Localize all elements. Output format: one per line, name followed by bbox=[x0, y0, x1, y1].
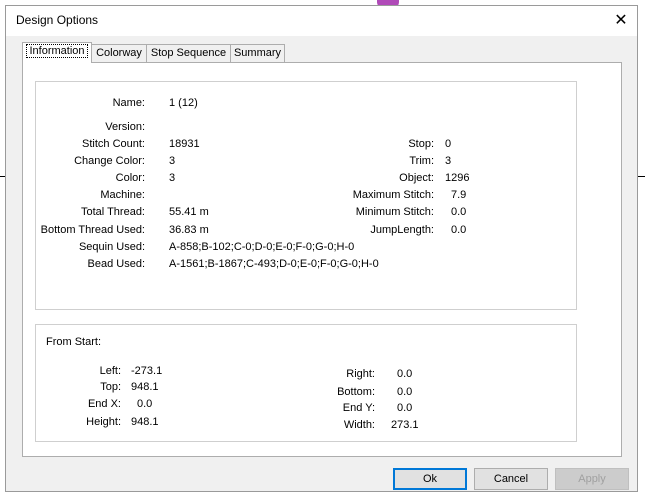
stitch-count-label: Stitch Count: bbox=[82, 138, 145, 150]
title-bar: Design Options ✕ bbox=[6, 6, 637, 36]
bead-used-value: A-1561;B-1867;C-493;D-0;E-0;F-0;G-0;H-0 bbox=[169, 258, 379, 270]
stop-label: Stop: bbox=[408, 138, 434, 150]
background-line-right bbox=[638, 176, 645, 177]
information-tab-page: Name: 1 (12) Version: Stitch Count: 1893… bbox=[22, 62, 622, 457]
end-y-value: 0.0 bbox=[397, 402, 413, 414]
machine-label: Machine: bbox=[100, 189, 145, 201]
change-color-value: 3 bbox=[169, 155, 176, 167]
tab-stop-sequence-label: Stop Sequence bbox=[150, 47, 227, 59]
tab-summary-label: Summary bbox=[233, 47, 282, 59]
minimum-stitch-label: Minimum Stitch: bbox=[355, 206, 434, 218]
object-value: 1296 bbox=[445, 172, 470, 184]
trim-value: 3 bbox=[445, 155, 452, 167]
close-icon[interactable]: ✕ bbox=[605, 6, 637, 36]
apply-button[interactable]: Apply bbox=[555, 468, 629, 490]
from-start-group: From Start: Left: -273.1 Top: 948.1 End … bbox=[35, 324, 577, 442]
jump-length-value: 0.0 bbox=[451, 224, 467, 236]
change-color-label: Change Color: bbox=[74, 155, 145, 167]
bottom-thread-label: Bottom Thread Used: bbox=[40, 224, 145, 236]
design-options-dialog: Design Options ✕ Information Colorway St… bbox=[5, 5, 638, 492]
version-label: Version: bbox=[105, 121, 145, 133]
width-value: 273.1 bbox=[391, 419, 419, 431]
tab-information-label: Information bbox=[26, 44, 88, 58]
right-value: 0.0 bbox=[397, 368, 413, 380]
cancel-button[interactable]: Cancel bbox=[474, 468, 548, 490]
minimum-stitch-value: 0.0 bbox=[451, 206, 467, 218]
design-info-group: Name: 1 (12) Version: Stitch Count: 1893… bbox=[35, 81, 577, 310]
tab-summary[interactable]: Summary bbox=[230, 44, 285, 62]
total-thread-value: 55.41 m bbox=[169, 206, 209, 218]
dialog-title: Design Options bbox=[16, 13, 99, 27]
end-x-value: 0.0 bbox=[137, 398, 153, 410]
ok-button[interactable]: Ok bbox=[393, 468, 467, 490]
color-label: Color: bbox=[115, 172, 145, 184]
height-label: Height: bbox=[86, 416, 121, 428]
tab-stop-sequence[interactable]: Stop Sequence bbox=[146, 44, 231, 62]
right-label: Right: bbox=[346, 368, 375, 380]
left-label: Left: bbox=[99, 365, 121, 377]
color-value: 3 bbox=[169, 172, 176, 184]
end-y-label: End Y: bbox=[342, 402, 375, 414]
tab-colorway[interactable]: Colorway bbox=[91, 44, 147, 62]
name-label: Name: bbox=[112, 97, 145, 109]
bottom-thread-value: 36.83 m bbox=[169, 224, 209, 236]
end-x-label: End X: bbox=[87, 398, 121, 410]
name-value: 1 (12) bbox=[169, 97, 198, 109]
top-label: Top: bbox=[100, 381, 121, 393]
bottom-label: Bottom: bbox=[337, 386, 375, 398]
stop-value: 0 bbox=[445, 138, 452, 150]
sequin-used-label: Sequin Used: bbox=[78, 241, 145, 253]
object-label: Object: bbox=[399, 172, 434, 184]
sequin-used-value: A-858;B-102;C-0;D-0;E-0;F-0;G-0;H-0 bbox=[169, 241, 355, 253]
jump-length-label: JumpLength: bbox=[370, 224, 434, 236]
trim-label: Trim: bbox=[409, 155, 434, 167]
total-thread-label: Total Thread: bbox=[80, 206, 145, 218]
height-value: 948.1 bbox=[131, 416, 159, 428]
tab-colorway-label: Colorway bbox=[96, 47, 142, 59]
maximum-stitch-label: Maximum Stitch: bbox=[352, 189, 434, 201]
maximum-stitch-value: 7.9 bbox=[451, 189, 467, 201]
left-value: -273.1 bbox=[131, 365, 163, 377]
tab-information[interactable]: Information bbox=[22, 42, 92, 63]
stitch-count-value: 18931 bbox=[169, 138, 200, 150]
top-value: 948.1 bbox=[131, 381, 159, 393]
from-start-heading: From Start: bbox=[46, 336, 102, 348]
width-label: Width: bbox=[343, 419, 375, 431]
bead-used-label: Bead Used: bbox=[87, 258, 145, 270]
bottom-value: 0.0 bbox=[397, 386, 413, 398]
